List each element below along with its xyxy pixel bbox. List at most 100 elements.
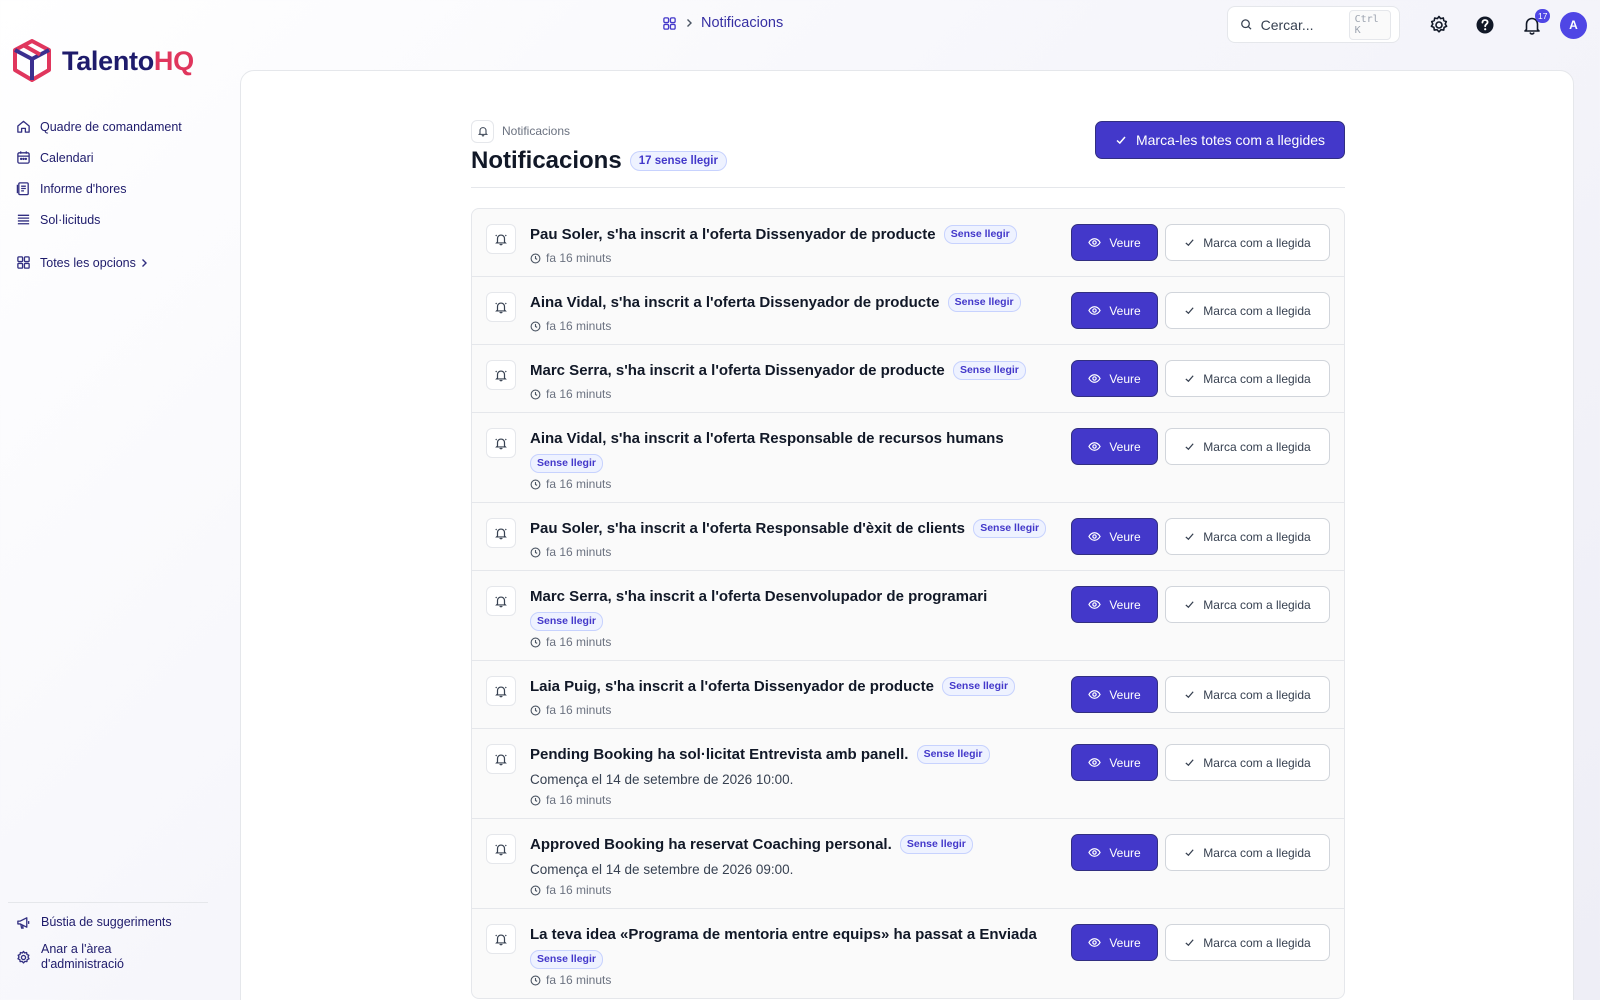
notification-item[interactable]: La teva idea «Programa de mentoria entre… — [472, 908, 1344, 998]
sidebar-item-suggestions[interactable]: Bústia de suggeriments — [8, 915, 208, 930]
view-button-label: Veure — [1109, 235, 1141, 250]
notification-item[interactable]: Approved Booking ha reservat Coaching pe… — [472, 818, 1344, 908]
notification-time: fa 16 minuts — [530, 883, 1071, 908]
check-icon — [1184, 373, 1195, 384]
notification-item[interactable]: Marc Serra, s'ha inscrit a l'oferta Dese… — [472, 570, 1344, 660]
notification-title-row: Pau Soler, s'ha inscrit a l'oferta Disse… — [530, 223, 1071, 247]
settings-gear-icon[interactable] — [1428, 14, 1450, 36]
search-input[interactable] — [1260, 16, 1341, 33]
notification-description: Comença el 14 de setembre de 2026 10:00. — [530, 772, 794, 787]
eye-icon — [1088, 236, 1102, 249]
notification-item[interactable]: Pau Soler, s'ha inscrit a l'oferta Disse… — [472, 209, 1344, 276]
view-button[interactable]: Veure — [1071, 224, 1158, 261]
eye-icon — [1088, 530, 1102, 543]
help-icon[interactable] — [1474, 14, 1496, 36]
mark-read-button[interactable]: Marca com a llegida — [1165, 676, 1330, 713]
list-icon — [17, 214, 30, 225]
notification-body: Laia Puig, s'ha inscrit a l'oferta Disse… — [530, 675, 1071, 728]
mark-all-read-label: Marca-les totes com a llegides — [1135, 132, 1326, 148]
sidebar-item-dashboard[interactable]: Quadre de comandament — [16, 111, 216, 142]
notification-title-row: La teva idea «Programa de mentoria entre… — [530, 923, 1071, 947]
notification-item[interactable]: Laia Puig, s'ha inscrit a l'oferta Disse… — [472, 660, 1344, 728]
bell-icon — [486, 744, 516, 774]
notification-time: fa 16 minuts — [530, 387, 1071, 412]
mark-read-button[interactable]: Marca com a llegida — [1165, 924, 1330, 961]
view-button[interactable]: Veure — [1071, 360, 1158, 397]
notification-time-label: fa 16 minuts — [546, 635, 612, 649]
view-button[interactable]: Veure — [1071, 676, 1158, 713]
megaphone-icon — [17, 917, 30, 929]
bell-icon — [486, 360, 516, 390]
view-button[interactable]: Veure — [1071, 518, 1158, 555]
mark-read-button-label: Marca com a llegida — [1203, 755, 1311, 770]
mark-read-button[interactable]: Marca com a llegida — [1165, 224, 1330, 261]
notification-item[interactable]: Aina Vidal, s'ha inscrit a l'oferta Diss… — [472, 276, 1344, 344]
page-title: Notificacions — [471, 147, 622, 174]
grid-icon[interactable] — [662, 16, 677, 31]
brand-logo[interactable]: TalentoHQ — [12, 39, 194, 83]
clock-icon — [530, 389, 541, 400]
search-icon — [1241, 19, 1252, 30]
notification-item[interactable]: Aina Vidal, s'ha inscrit a l'oferta Resp… — [472, 412, 1344, 502]
view-button[interactable]: Veure — [1071, 292, 1158, 329]
notification-time-label: fa 16 minuts — [546, 477, 612, 491]
notification-item[interactable]: Pau Soler, s'ha inscrit a l'oferta Respo… — [472, 502, 1344, 570]
notification-actions: Veure Marca com a llegida — [1071, 224, 1330, 276]
notification-time: fa 16 minuts — [530, 973, 1071, 998]
sidebar-item-label: Sol·licituds — [40, 212, 101, 227]
eye-icon — [1088, 936, 1102, 949]
notification-title-row: Aina Vidal, s'ha inscrit a l'oferta Diss… — [530, 291, 1071, 315]
mark-read-button[interactable]: Marca com a llegida — [1165, 518, 1330, 555]
view-button-label: Veure — [1109, 845, 1141, 860]
notification-body: Approved Booking ha reservat Coaching pe… — [530, 833, 1071, 908]
sidebar-item-admin[interactable]: Anar a l'àrea d'administració — [8, 942, 208, 972]
view-button[interactable]: Veure — [1071, 428, 1158, 465]
search-box[interactable]: Ctrl K — [1227, 6, 1400, 43]
unread-summary-badge: 17 sense llegir — [629, 151, 727, 171]
notification-time-label: fa 16 minuts — [546, 387, 612, 401]
notification-title: Approved Booking ha reservat Coaching pe… — [530, 836, 892, 853]
view-button-label: Veure — [1109, 597, 1141, 612]
mark-read-button-label: Marca com a llegida — [1203, 935, 1311, 950]
unread-badge-row: Sense llegir — [530, 612, 1071, 631]
view-button[interactable]: Veure — [1071, 586, 1158, 623]
notification-time-label: fa 16 minuts — [546, 319, 612, 333]
notification-title-row: Marc Serra, s'ha inscrit a l'oferta Diss… — [530, 359, 1071, 383]
eye-icon — [1088, 372, 1102, 385]
sidebar-item-hours-report[interactable]: Informe d'hores — [16, 173, 216, 204]
clock-icon — [530, 321, 541, 332]
view-button-label: Veure — [1109, 303, 1141, 318]
notification-title-row: Pending Booking ha sol·licitat Entrevist… — [530, 743, 1071, 767]
sidebar-item-calendar[interactable]: Calendari — [16, 142, 216, 173]
mark-read-button[interactable]: Marca com a llegida — [1165, 586, 1330, 623]
unread-badge: Sense llegir — [943, 225, 1017, 244]
notification-item[interactable]: Pending Booking ha sol·licitat Entrevist… — [472, 728, 1344, 818]
mark-read-button[interactable]: Marca com a llegida — [1165, 360, 1330, 397]
mark-read-button[interactable]: Marca com a llegida — [1165, 834, 1330, 871]
sidebar-item-all-options[interactable]: Totes les opcions — [16, 247, 216, 278]
notification-body: La teva idea «Programa de mentoria entre… — [530, 923, 1071, 998]
report-icon — [16, 182, 29, 196]
mark-read-button[interactable]: Marca com a llegida — [1165, 292, 1330, 329]
mark-read-button[interactable]: Marca com a llegida — [1165, 744, 1330, 781]
view-button-label: Veure — [1109, 439, 1141, 454]
sidebar-item-requests[interactable]: Sol·licituds — [16, 204, 216, 235]
main-panel: Notificacions Notificacions 17 sense lle… — [240, 70, 1574, 1000]
mark-read-button-label: Marca com a llegida — [1203, 371, 1311, 386]
view-button-label: Veure — [1109, 371, 1141, 386]
notification-title-row: Laia Puig, s'ha inscrit a l'oferta Disse… — [530, 675, 1071, 699]
mark-read-button[interactable]: Marca com a llegida — [1165, 428, 1330, 465]
notification-time: fa 16 minuts — [530, 477, 1071, 502]
mark-all-read-button[interactable]: Marca-les totes com a llegides — [1095, 121, 1345, 159]
notification-actions: Veure Marca com a llegida — [1071, 360, 1330, 412]
unread-badge: Sense llegir — [942, 677, 1016, 696]
view-button[interactable]: Veure — [1071, 744, 1158, 781]
view-button[interactable]: Veure — [1071, 834, 1158, 871]
view-button[interactable]: Veure — [1071, 924, 1158, 961]
clock-icon — [530, 795, 541, 806]
view-button-label: Veure — [1109, 529, 1141, 544]
notification-title: Aina Vidal, s'ha inscrit a l'oferta Diss… — [530, 294, 940, 311]
notification-item[interactable]: Marc Serra, s'ha inscrit a l'oferta Diss… — [472, 344, 1344, 412]
avatar[interactable]: A — [1560, 12, 1587, 39]
eye-icon — [1088, 846, 1102, 859]
